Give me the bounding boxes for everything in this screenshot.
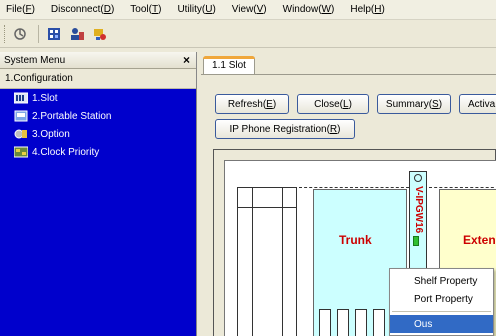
- close-button[interactable]: Close(L): [297, 94, 369, 114]
- grid-icon[interactable]: [44, 24, 64, 44]
- portable-station-icon: [14, 110, 28, 122]
- menu-tool[interactable]: Tool(T): [130, 4, 161, 15]
- menu-item-port-property[interactable]: Port Property: [390, 290, 493, 308]
- tree-item-label: 2.Portable Station: [32, 110, 112, 122]
- tab-slot[interactable]: 1.1 Slot: [203, 56, 255, 74]
- menu-separator: [392, 311, 491, 312]
- user-icon[interactable]: [67, 24, 87, 44]
- menu-help[interactable]: Help(H): [350, 4, 384, 15]
- system-menu-panel: System Menu × 1.Configuration 1.Slot 2.P…: [0, 52, 197, 336]
- menu-view[interactable]: View(V): [232, 4, 267, 15]
- close-icon[interactable]: ×: [183, 54, 190, 66]
- toolbar-grip[interactable]: [4, 24, 7, 43]
- card-label: V-IPGW16: [413, 186, 424, 234]
- tree-item-clock-priority[interactable]: 4.Clock Priority: [0, 143, 196, 161]
- menu-file[interactable]: File(F): [6, 4, 35, 15]
- summary-button[interactable]: Summary(S): [377, 94, 451, 114]
- system-menu-header: System Menu ×: [0, 52, 196, 69]
- card-slot[interactable]: [337, 309, 349, 336]
- card-slot[interactable]: [373, 309, 385, 336]
- menu-disconnect[interactable]: Disconnect(D): [51, 4, 114, 15]
- toolbar: [0, 20, 496, 48]
- configuration-section[interactable]: 1.Configuration: [0, 69, 196, 89]
- trunk-label: Trunk: [339, 233, 372, 247]
- tree-item-label: 4.Clock Priority: [32, 146, 100, 158]
- system-menu-title: System Menu: [4, 54, 66, 66]
- slot-icon: [14, 92, 28, 104]
- connect-icon[interactable]: [10, 24, 30, 44]
- ip-phone-registration-button[interactable]: IP Phone Registration(R): [215, 119, 355, 139]
- menu-item-shelf-property[interactable]: Shelf Property: [390, 272, 493, 290]
- key-icon[interactable]: [90, 24, 110, 44]
- menu-bar: File(F) Disconnect(D) Tool(T) Utility(U)…: [0, 0, 496, 20]
- tree-item-label: 3.Option: [32, 128, 70, 140]
- toolbar-separator: [38, 24, 39, 43]
- menu-item-ous[interactable]: Ous: [390, 315, 493, 333]
- tree-item-option[interactable]: 3.Option: [0, 125, 196, 143]
- menu-utility[interactable]: Utility(U): [177, 4, 215, 15]
- refresh-button[interactable]: Refresh(E): [215, 94, 289, 114]
- card-slot[interactable]: [355, 309, 367, 336]
- power-supply-slot[interactable]: [237, 187, 297, 336]
- status-led: [413, 236, 419, 246]
- extension-label: Extensio: [463, 233, 496, 247]
- card-slot[interactable]: [319, 309, 331, 336]
- menu-window[interactable]: Window(W): [283, 4, 335, 15]
- context-menu: Shelf Property Port Property Ous: [389, 268, 494, 336]
- activate-button[interactable]: Activa: [459, 94, 496, 114]
- tree-item-label: 1.Slot: [32, 92, 58, 104]
- tree-item-slot[interactable]: 1.Slot: [0, 89, 196, 107]
- clock-priority-icon: [14, 146, 28, 158]
- tree-item-portable-station[interactable]: 2.Portable Station: [0, 107, 196, 125]
- option-icon: [14, 128, 28, 140]
